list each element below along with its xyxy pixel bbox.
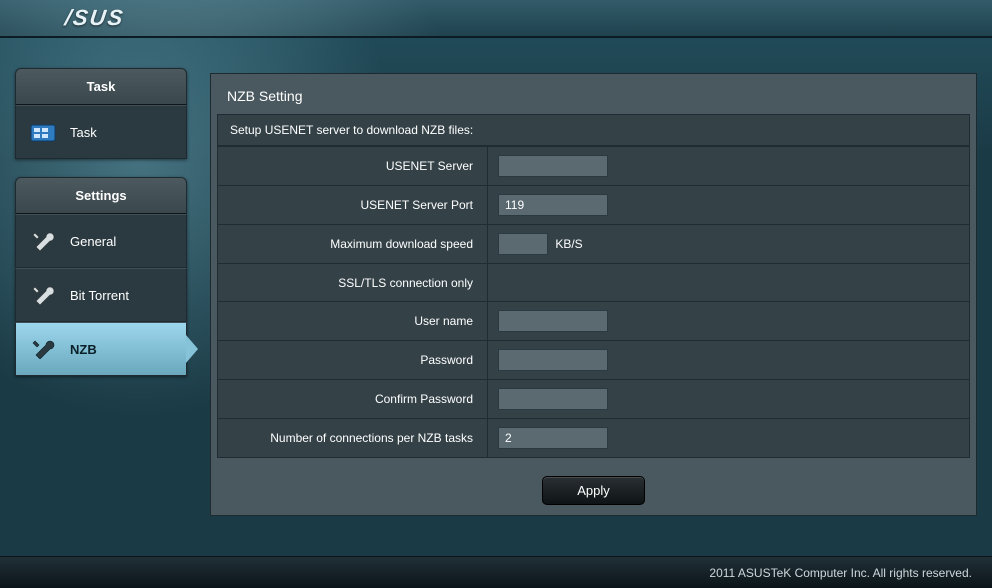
cell-max-speed: KB/S [488,225,970,264]
input-username[interactable] [498,310,608,332]
wrench-icon [30,337,60,361]
header-bar: /SUS [0,0,992,38]
sidebar-header-task: Task [15,68,187,105]
main-container: Task Task Settings [0,38,992,556]
cell-confirm-password [488,380,970,419]
label-username: User name [218,302,488,341]
sidebar-item-general[interactable]: General [15,214,187,268]
label-max-speed: Maximum download speed [218,225,488,264]
wrench-icon [30,229,60,253]
sidebar-item-label: Task [70,125,97,140]
brand-logo: /SUS [63,5,126,31]
cell-usenet-server [488,147,970,186]
label-confirm-password: Confirm Password [218,380,488,419]
unit-kbs: KB/S [555,237,582,251]
sidebar-group-task: Task Task [15,68,187,159]
footer: 2011 ASUSTeK Computer Inc. All rights re… [0,556,992,588]
input-confirm-password[interactable] [498,388,608,410]
footer-text: 2011 ASUSTeK Computer Inc. All rights re… [709,566,972,580]
cell-password [488,341,970,380]
label-connections: Number of connections per NZB tasks [218,419,488,458]
input-password[interactable] [498,349,608,371]
input-max-speed[interactable] [498,233,548,255]
sidebar-item-task[interactable]: Task [15,105,187,159]
task-icon [30,120,60,144]
input-usenet-port[interactable] [498,194,608,216]
sidebar-item-label: Bit Torrent [70,288,129,303]
cell-connections [488,419,970,458]
settings-panel: NZB Setting Setup USENET server to downl… [210,73,977,516]
settings-form: USENET Server USENET Server Port Maximum… [217,146,970,458]
apply-row: Apply [211,464,976,515]
label-usenet-server: USENET Server [218,147,488,186]
input-usenet-server[interactable] [498,155,608,177]
sidebar-item-nzb[interactable]: NZB [15,322,187,376]
content-area: NZB Setting Setup USENET server to downl… [195,38,992,556]
sidebar-item-label: General [70,234,116,249]
label-usenet-port: USENET Server Port [218,186,488,225]
sidebar-item-bittorrent[interactable]: Bit Torrent [15,268,187,322]
sidebar-item-label: NZB [70,342,97,357]
cell-ssl [488,264,970,302]
panel-subtitle: Setup USENET server to download NZB file… [217,114,970,146]
panel-title: NZB Setting [211,74,976,114]
label-password: Password [218,341,488,380]
apply-button[interactable]: Apply [542,476,645,505]
sidebar: Task Task Settings [0,38,195,556]
cell-username [488,302,970,341]
wrench-icon [30,283,60,307]
label-ssl: SSL/TLS connection only [218,264,488,302]
sidebar-header-settings: Settings [15,177,187,214]
cell-usenet-port [488,186,970,225]
sidebar-group-settings: Settings General Bit Torrent [15,177,187,376]
input-connections[interactable] [498,427,608,449]
